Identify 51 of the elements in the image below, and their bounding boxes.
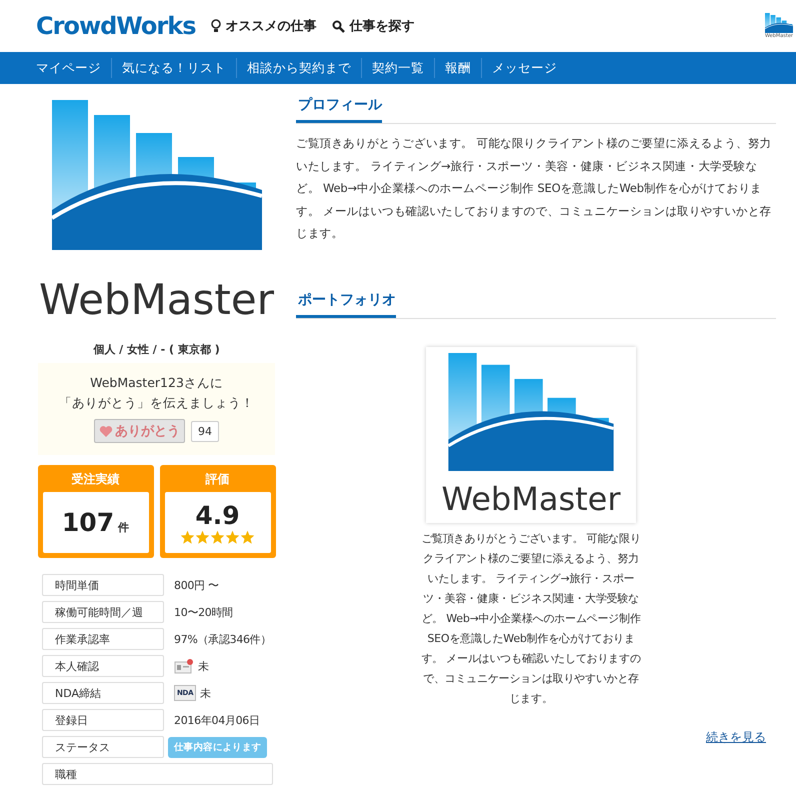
lightbulb-icon	[211, 19, 222, 33]
detail-label: ステータス	[42, 736, 164, 758]
profile-info: 個人 / 女性 / - ( 東京都 )	[93, 342, 220, 357]
portfolio-caption: ご覧頂きありがとうございます。 可能な限りクライアント様のご要望に添えるよう、努力いたします。 ライティング→旅行・スポーツ・美容・健康・ビジネス関連・大学受験など。 Web→中小企業様へのホームページ制作 SEOを意識したWeb制作を心がけております。 メールはいつも確認いたしておりますので、コミュニケーションは取りやすいかと存じます。	[421, 530, 641, 706]
nav-item[interactable]: 相談から契約まで	[236, 58, 361, 78]
stat-title: 評価	[206, 471, 230, 488]
stat-title: 受注実績	[72, 471, 120, 488]
status-badge: 仕事内容によります	[168, 736, 268, 758]
detail-label: 登録日	[42, 709, 164, 731]
detail-label: NDA締結	[42, 682, 164, 704]
read-more-link[interactable]: 続きを見る	[706, 728, 766, 746]
portfolio-card[interactable]: WebMaster	[426, 346, 636, 522]
detail-value: 未	[198, 658, 209, 674]
thanks-count: 94	[191, 420, 219, 442]
section-title: プロフィール	[296, 90, 382, 123]
detail-label: 時間単価	[42, 574, 164, 596]
search-icon	[332, 20, 346, 32]
stat-value: 4.9	[195, 501, 240, 530]
site-logo[interactable]: CrowdWorks	[36, 12, 196, 40]
star-icon	[180, 530, 195, 544]
nav-item[interactable]: 契約一覧	[361, 58, 434, 78]
detail-value: 800円 〜	[174, 578, 219, 592]
stat-value: 107	[62, 508, 114, 537]
star-icon	[195, 530, 210, 544]
logo-text: WebMaster	[39, 276, 274, 324]
star-icon	[240, 530, 255, 544]
profile-text: ご覧頂きありがとうございます。 可能な限りクライアント様のご要望に添えるよう、努力いたします。 ライティング→旅行・スポーツ・美容・健康・ビジネス関連・大学受験など。 Web→中小企業様へのホームページ制作 SEOを意識したWeb制作を心がけております。 メールはいつも確認いたしておりますので、コミュニケーションは取りやすいかと存じます。	[296, 135, 772, 242]
avatar-logo-icon	[765, 13, 793, 33]
detail-label: 作業承認率	[42, 628, 164, 650]
detail-value: 97%（承認346件）	[174, 632, 272, 646]
portfolio-logo-text: WebMaster	[441, 480, 621, 516]
detail-label: 職種	[42, 763, 273, 785]
detail-value: 未	[200, 686, 211, 700]
star-icon	[225, 530, 240, 544]
detail-label: 稼働可能時間／週	[42, 601, 164, 623]
nav-item[interactable]: マイページ	[26, 58, 111, 78]
nav-item[interactable]: 気になる！リスト	[111, 58, 236, 78]
thanks-message: 「ありがとう」を伝えましょう！	[59, 394, 254, 412]
star-icon	[210, 530, 225, 544]
heart-icon	[99, 424, 113, 438]
nav-item[interactable]: 報酬	[434, 58, 481, 78]
header-link[interactable]: 仕事を探す	[332, 17, 414, 35]
detail-label: 本人確認	[42, 655, 164, 677]
detail-value: 10〜20時間	[174, 604, 233, 620]
section-title: ポートフォリオ	[296, 284, 396, 318]
header-link[interactable]: オススメの仕事	[211, 17, 316, 35]
id-card-icon	[174, 658, 194, 674]
stat-unit: 件	[118, 520, 130, 535]
detail-value: 2016年04月06日	[174, 712, 260, 728]
nav-item[interactable]: メッセージ	[481, 58, 567, 78]
thanks-message: WebMaster123さんに	[90, 374, 223, 392]
